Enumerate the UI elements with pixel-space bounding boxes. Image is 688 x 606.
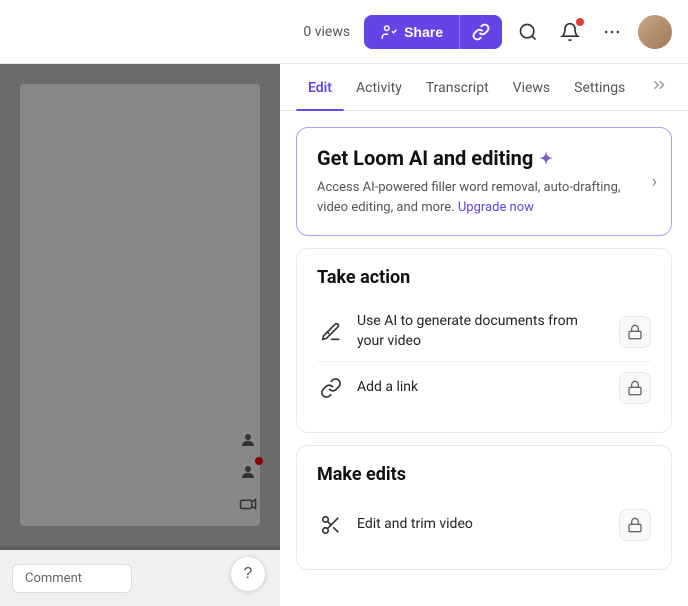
header: 0 views Share (0, 0, 688, 64)
share-label: Share (404, 24, 443, 40)
take-action-title: Take action (317, 267, 651, 288)
help-label: ? (244, 565, 253, 583)
main-layout: Comment ? Edit Activity Transcript Views… (0, 64, 688, 606)
ai-banner-title: Get Loom AI and editing ✦ (317, 146, 631, 170)
share-button[interactable]: Share (364, 15, 459, 49)
video-panel: Comment ? (0, 64, 280, 606)
tabs-expand-icon[interactable] (646, 72, 672, 102)
add-link-lock-button[interactable] (619, 372, 651, 404)
action-item-edit-trim: Edit and trim video (317, 499, 651, 551)
person-badge-icon (236, 460, 260, 484)
make-edits-card: Make edits Edit and trim video (296, 445, 672, 570)
avatar-image (638, 15, 672, 49)
avatar[interactable] (638, 15, 672, 49)
tab-views[interactable]: Views (501, 64, 563, 110)
action-item-add-link: Add a link (317, 362, 651, 414)
link-copy-button[interactable] (459, 15, 502, 49)
ai-edit-icon (317, 318, 345, 346)
camera-icon (236, 492, 260, 516)
video-icons (236, 428, 260, 516)
link-icon (317, 374, 345, 402)
ai-banner-card[interactable]: Get Loom AI and editing ✦ Access AI-powe… (296, 127, 672, 236)
lock-icon (627, 380, 643, 396)
ai-docs-lock-button[interactable] (619, 316, 651, 348)
right-panel: Edit Activity Transcript Views Settings … (280, 64, 688, 606)
tab-settings[interactable]: Settings (562, 64, 637, 110)
notification-badge (576, 18, 584, 26)
more-icon (602, 22, 622, 42)
tab-edit[interactable]: Edit (296, 64, 344, 110)
more-options-button[interactable] (596, 16, 628, 48)
notifications-button[interactable] (554, 16, 586, 48)
ai-banner-chevron-icon: › (652, 171, 657, 192)
sparkle-icon: ✦ (539, 149, 552, 168)
scissors-icon (317, 511, 345, 539)
tab-transcript[interactable]: Transcript (414, 64, 501, 110)
take-action-card: Take action Use AI to generate documents… (296, 248, 672, 433)
tabs-bar: Edit Activity Transcript Views Settings (280, 64, 688, 111)
edit-trim-lock-button[interactable] (619, 509, 651, 541)
person-icon (236, 428, 260, 452)
share-button-group: Share (364, 15, 502, 49)
comment-input[interactable]: Comment (12, 564, 132, 593)
ai-docs-text: Use AI to generate documents from your v… (357, 312, 607, 351)
upgrade-link[interactable]: Upgrade now (458, 200, 534, 215)
add-link-text: Add a link (357, 378, 607, 398)
action-item-ai-docs: Use AI to generate documents from your v… (317, 302, 651, 362)
ai-banner-description: Access AI-powered filler word removal, a… (317, 178, 631, 217)
video-thumbnail (20, 84, 260, 526)
lock-icon (627, 324, 643, 340)
views-count: 0 views (303, 24, 350, 40)
panel-content: Get Loom AI and editing ✦ Access AI-powe… (280, 111, 688, 606)
video-area: Comment ? (0, 64, 280, 606)
help-button[interactable]: ? (230, 556, 266, 592)
search-icon (518, 22, 538, 42)
link-icon (472, 23, 490, 41)
video-content (0, 64, 280, 546)
tab-activity[interactable]: Activity (344, 64, 414, 110)
make-edits-title: Make edits (317, 464, 651, 485)
search-button[interactable] (512, 16, 544, 48)
share-people-icon (380, 23, 398, 41)
lock-icon (627, 517, 643, 533)
edit-trim-text: Edit and trim video (357, 515, 607, 535)
